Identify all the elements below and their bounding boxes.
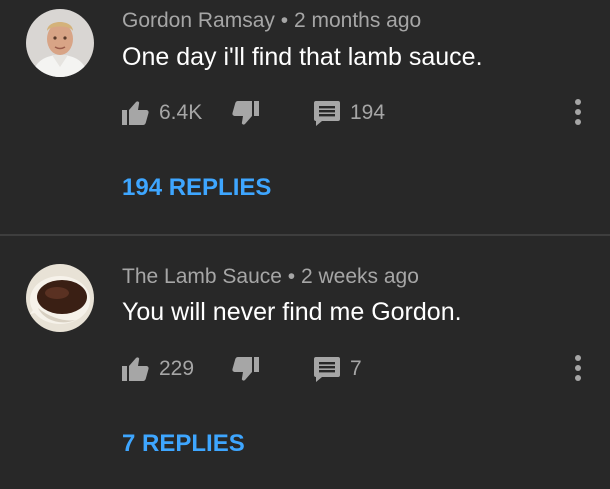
reply-count: 7 [350,357,362,380]
comment-text: One day i'll find that lamb sauce. [122,43,483,71]
comment-actions: 229 7 [0,352,610,386]
comment-time[interactable]: 2 months ago [294,9,421,32]
reply-count: 194 [350,101,386,124]
comment-author[interactable]: The Lamb Sauce [122,265,282,288]
comment-actions: 6.4K 194 [0,96,610,130]
sauce-boat-avatar-icon [26,264,94,332]
thumbs-up-icon [122,101,149,125]
meta-separator: • [287,265,296,288]
thumbs-down-icon [232,357,259,381]
comment-icon [314,100,340,126]
avatar[interactable] [26,9,94,77]
comment-author[interactable]: Gordon Ramsay [122,9,275,32]
meta-separator: • [280,9,289,32]
like-count: 6.4K [159,101,203,124]
comment-icon [314,356,340,382]
chef-portrait-avatar-icon [26,9,94,77]
avatar[interactable] [26,264,94,332]
reply-button[interactable]: 194 [314,96,385,130]
reply-button[interactable]: 7 [314,352,362,386]
like-button[interactable]: 229 [122,352,194,386]
more-vertical-icon [575,99,581,125]
like-button[interactable]: 6.4K [122,96,202,130]
view-replies-link[interactable]: 194 REPLIES [122,174,271,202]
dislike-button[interactable] [232,96,259,130]
comment: Gordon Ramsay • 2 months ago One day i'l… [0,0,610,234]
more-options-button[interactable] [568,352,588,386]
more-vertical-icon [575,355,581,381]
comment: The Lamb Sauce • 2 weeks ago You will ne… [0,236,610,489]
comment-meta: Gordon Ramsay • 2 months ago [122,9,421,33]
dislike-button[interactable] [232,352,259,386]
more-options-button[interactable] [568,96,588,130]
comment-meta: The Lamb Sauce • 2 weeks ago [122,265,419,289]
comment-text: You will never find me Gordon. [122,298,462,326]
comment-time[interactable]: 2 weeks ago [301,265,419,288]
thumbs-down-icon [232,101,259,125]
like-count: 229 [159,357,195,380]
view-replies-link[interactable]: 7 REPLIES [122,430,245,458]
thumbs-up-icon [122,357,149,381]
